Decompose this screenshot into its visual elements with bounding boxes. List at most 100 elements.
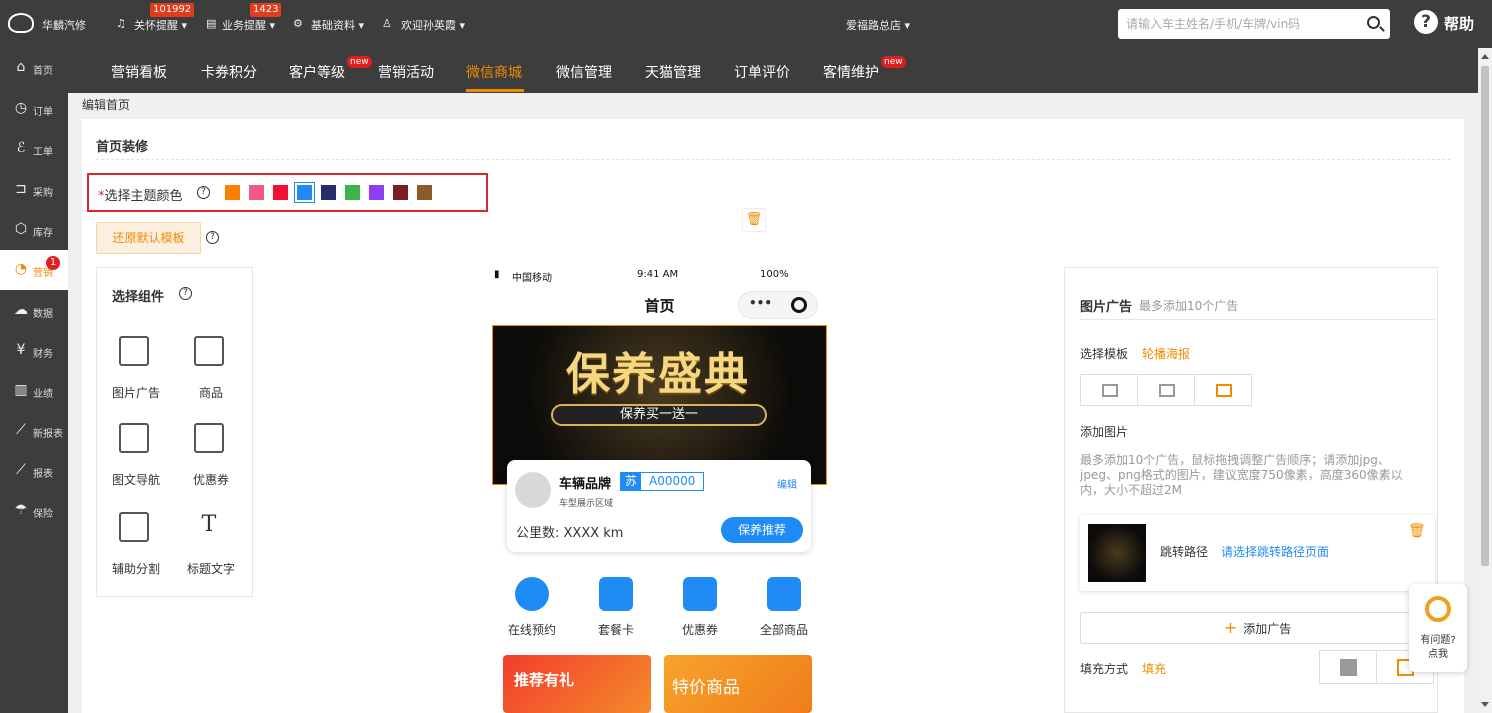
sidebar-item-label: 数据 [33,309,53,320]
capsule-menu[interactable]: ••• [738,291,818,319]
sidebar-item-marketing[interactable]: ◔ 营销 1 [0,250,68,290]
theme-swatch[interactable] [369,185,384,200]
tab-wechat-manage[interactable]: 微信管理 [556,62,612,82]
component-title-text[interactable]: T 标题文字 [181,512,241,592]
ad-settings-subtitle: 最多添加10个广告 [1139,299,1239,313]
template-option-single[interactable] [1080,374,1138,406]
theme-swatch[interactable] [345,185,360,200]
sidebar-item-home[interactable]: ⌂ 首页 [0,48,68,88]
tab-tmall-manage[interactable]: 天猫管理 [645,62,701,82]
umbrella-icon: ☂ [14,502,28,518]
theme-swatch[interactable] [249,185,264,200]
question-icon[interactable]: ? [197,186,210,199]
restore-default-button[interactable]: 还原默认模板 [96,222,201,254]
basic-data-menu[interactable]: 基础资料 ▾ [311,17,364,33]
search-box[interactable] [1118,9,1390,39]
component-label: 商品 [198,386,223,400]
tab-customer-care[interactable]: 客情维护 new [823,56,906,82]
tab-coupon-points[interactable]: 卡券积分 [201,62,257,82]
scroll-up-arrow[interactable] [1481,54,1489,59]
search-input[interactable] [1126,15,1356,33]
sidebar-item-purchase[interactable]: ⊐ 采购 [0,170,68,210]
box-icon: ⬡ [14,221,28,237]
care-reminder-menu[interactable]: 关怀提醒 ▾ [134,17,187,33]
maintenance-recommend-button[interactable]: 保养推荐 [721,517,803,543]
question-icon[interactable]: ? [206,231,219,244]
component-goods[interactable]: 商品 [181,336,241,416]
jump-path-link[interactable]: 请选择跳转路径页面 [1221,543,1329,560]
sidebar-item-reports[interactable]: ⟋ 报表 [0,451,68,491]
promo-referral[interactable]: 推荐有礼 [503,655,651,713]
tab-label: 客户等级 [289,65,345,81]
template-option-carousel[interactable] [1194,374,1252,406]
tab-order-review[interactable]: 订单评价 [734,62,790,82]
trash-icon[interactable]: 🗑 [1408,523,1426,539]
trash-icon[interactable]: 🗑 [742,208,766,232]
list-icon[interactable]: ▤ [206,17,216,30]
more-dots-icon[interactable]: ••• [749,296,772,310]
card-icon [599,577,633,611]
close-target-icon[interactable] [791,297,807,313]
scroll-thumb[interactable] [1481,66,1489,566]
scrollbar[interactable] [1478,48,1492,713]
bell-icon[interactable]: ♫ [116,17,126,30]
search-icon[interactable] [1367,16,1380,29]
car-model-area: 车型展示区域 [559,499,614,509]
sidebar-item-label: 新报表 [33,429,63,440]
jump-path-label: 跳转路径 [1160,545,1209,559]
gear-icon[interactable]: ⚙ [293,17,303,30]
brand-name: 华麟汽修 [42,19,86,32]
store-selector[interactable]: 爱福路总店 ▾ [846,17,910,33]
user-icon[interactable]: ♙ [382,17,392,30]
theme-swatch[interactable] [393,185,408,200]
scroll-down-arrow[interactable] [1481,702,1489,707]
sidebar-item-inventory[interactable]: ⬡ 库存 [0,210,68,250]
bag-icon [767,577,801,611]
promo-label: 推荐有礼 [514,671,575,689]
tab-marketing-events[interactable]: 营销活动 [378,62,434,82]
promo-special-goods[interactable]: 特价商品 [664,655,812,713]
sidebar-item-finance[interactable]: ¥ 财务 [0,331,68,371]
shopping-bag-icon [194,336,224,366]
yen-icon: ¥ [16,342,26,358]
ad-item[interactable]: 跳转路径 请选择跳转路径页面 🗑 [1080,515,1435,591]
business-reminder-menu[interactable]: 业务提醒 ▾ [222,17,275,33]
coupon-icon [194,423,224,453]
sidebar-item-performance[interactable]: ▥ 业绩 [0,371,68,411]
component-nav[interactable]: 图文导航 [106,423,166,503]
theme-swatch[interactable] [321,185,336,200]
page-title: 首页装修 [96,140,149,155]
add-ad-button[interactable]: + 添加广告 [1080,612,1435,644]
tab-wechat-mall[interactable]: 微信商城 [466,62,522,82]
theme-swatch[interactable] [294,182,315,203]
sidebar-item-orders[interactable]: ◷ 订单 [0,89,68,129]
question-icon[interactable]: ? [179,287,192,300]
theme-swatch[interactable] [273,185,288,200]
user-menu[interactable]: 欢迎孙英霞 ▾ [401,17,465,33]
sidebar-item-insurance[interactable]: ☂ 保险 [0,491,68,531]
clock-icon: ◷ [14,100,28,116]
quick-label: 在线预约 [507,623,556,637]
component-coupon[interactable]: 优惠券 [181,423,241,503]
theme-swatch[interactable] [417,185,432,200]
sidebar-item-label: 库存 [33,228,53,239]
help-icon[interactable]: ? [1414,10,1438,34]
sidebar-item-new-reports[interactable]: ⟋ 新报表 [0,411,68,451]
sidebar-item-data[interactable]: ☁ 数据 [0,291,68,331]
floating-help-widget[interactable]: 有问题? 点我 [1409,584,1467,672]
edit-link[interactable]: 编辑 [777,476,797,491]
floating-help-line1: 有问题? [1420,635,1456,646]
component-divider[interactable]: 辅助分割 [106,512,166,592]
tab-customer-level[interactable]: 客户等级 new [289,56,372,82]
theme-swatch[interactable] [225,185,240,200]
component-image-ad[interactable]: 图片广告 [106,336,166,416]
template-option-double[interactable] [1137,374,1195,406]
clock-icon [515,577,549,611]
sidebar-item-label: 保险 [33,509,53,520]
sidebar-item-workorders[interactable]: ℰ 工单 [0,129,68,169]
fill-option-fill[interactable] [1319,650,1377,684]
help-link[interactable]: 帮助 [1444,13,1474,34]
image-icon [119,336,149,366]
tab-marketing-board[interactable]: 营销看板 [111,62,167,82]
sidebar: ⌂ 首页 ◷ 订单 ℰ 工单 ⊐ 采购 ⬡ 库存 ◔ 营销 1 ☁ 数据 ¥ 财务 ▥ 业绩 ⟋ 新报… [0,48,68,713]
